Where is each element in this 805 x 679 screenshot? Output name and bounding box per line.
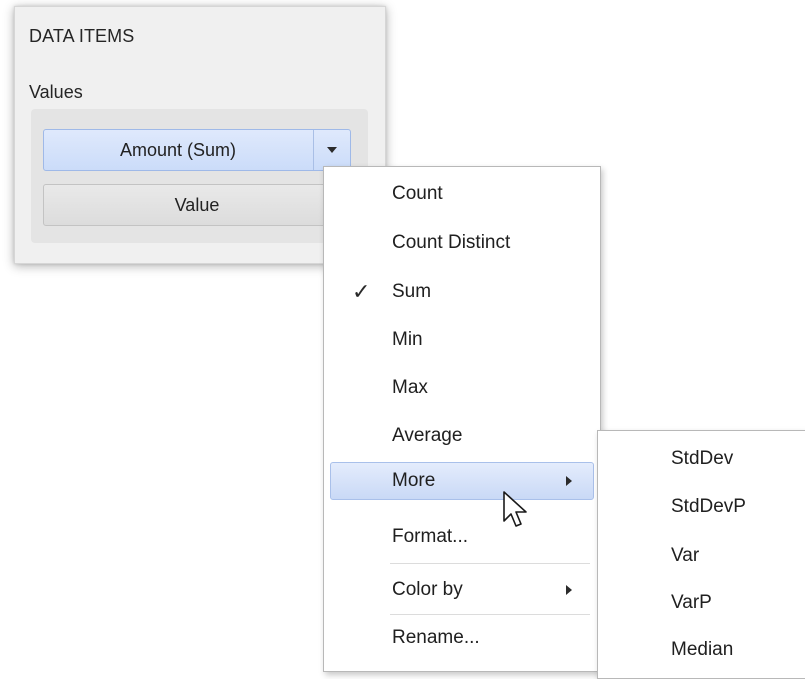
more-submenu: StdDev StdDevP Var VarP Median — [597, 430, 805, 679]
data-item-value[interactable]: Value — [43, 184, 351, 226]
chevron-down-icon — [327, 147, 337, 153]
menu-item-format[interactable]: Format... — [330, 518, 594, 556]
menu-item-more[interactable]: More — [330, 462, 594, 500]
menu-item-min[interactable]: Min — [330, 321, 594, 359]
summary-type-menu: Count Count Distinct ✓ Sum Min Max Avera… — [323, 166, 601, 672]
menu-item-count-distinct[interactable]: Count Distinct — [330, 224, 594, 262]
data-item-menu-button[interactable] — [313, 130, 350, 170]
menu-item-average[interactable]: Average — [330, 417, 594, 455]
data-item-amount[interactable]: Amount (Sum) — [43, 129, 351, 171]
mouse-pointer-icon — [503, 491, 527, 527]
submenu-item-stddevp[interactable]: StdDevP — [598, 488, 805, 526]
screen: DATA ITEMS Values Amount (Sum) Value Cou… — [0, 0, 805, 679]
data-item-label: Amount (Sum) — [119, 139, 237, 160]
chevron-right-icon — [566, 476, 572, 486]
submenu-item-stddev[interactable]: StdDev — [598, 440, 805, 478]
menu-item-count[interactable]: Count — [330, 175, 594, 213]
chevron-right-icon — [566, 585, 572, 595]
menu-item-color-by[interactable]: Color by — [330, 571, 594, 609]
check-icon: ✓ — [352, 279, 371, 304]
menu-separator — [390, 614, 590, 615]
menu-item-max[interactable]: Max — [330, 369, 594, 407]
section-header: DATA ITEMS — [29, 26, 135, 46]
menu-item-sum[interactable]: ✓ Sum — [330, 273, 594, 311]
menu-separator — [390, 563, 590, 564]
submenu-item-var[interactable]: Var — [598, 537, 805, 575]
values-item-container: Amount (Sum) Value — [31, 109, 368, 243]
data-item-label: Value — [174, 194, 220, 215]
values-group-label: Values — [29, 82, 83, 102]
menu-item-rename[interactable]: Rename... — [330, 619, 594, 657]
submenu-item-median[interactable]: Median — [598, 631, 805, 669]
submenu-item-varp[interactable]: VarP — [598, 584, 805, 622]
